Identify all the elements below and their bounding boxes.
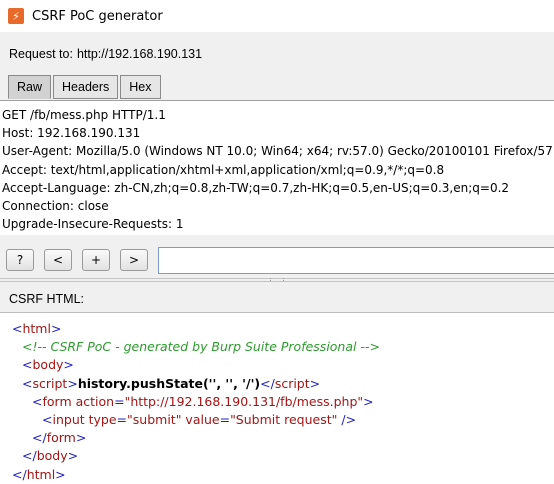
request-line: Accept: text/html,application/xhtml+xml,… (2, 162, 445, 177)
code-line: <input type="submit" value="Submit reque… (42, 412, 357, 428)
code-line: </html> (12, 466, 66, 482)
help-button[interactable]: ? (6, 249, 34, 271)
previous-match-button[interactable]: < (44, 249, 72, 271)
add-button[interactable]: + (82, 249, 110, 271)
code-line: <html> (12, 321, 62, 336)
code-line: <form action="http://192.168.190.131/fb/… (32, 393, 374, 409)
csrf-html-label: CSRF HTML: (9, 292, 84, 306)
csrf-html-editor[interactable]: <html> <!-- CSRF PoC - generated by Burp … (0, 312, 554, 484)
burp-app-icon: ⚡ (8, 8, 24, 24)
request-to-label: Request to: (9, 47, 73, 61)
pane-splitter[interactable] (0, 278, 554, 282)
request-to-url: http://192.168.190.131 (76, 47, 203, 61)
search-bar: ? < + > (0, 235, 554, 280)
request-line: User-Agent: Mozilla/5.0 (Windows NT 10.0… (2, 144, 554, 159)
window-title: CSRF PoC generator (32, 8, 163, 24)
code-line: </body> (22, 448, 79, 464)
tab-bar: Raw Headers Hex (8, 75, 163, 99)
next-match-button[interactable]: > (120, 249, 148, 271)
title-bar: ⚡ CSRF PoC generator (0, 0, 554, 32)
splitter-grip-icon (270, 278, 284, 281)
code-line: </form> (32, 430, 87, 446)
request-line: Accept-Language: zh-CN,zh;q=0.8,zh-TW;q=… (2, 180, 510, 195)
search-input[interactable] (158, 247, 554, 274)
tab-raw[interactable]: Raw (8, 75, 52, 99)
code-line: <!-- CSRF PoC - generated by Burp Suite … (22, 339, 380, 355)
tab-headers[interactable]: Headers (53, 75, 119, 99)
request-editor[interactable]: GET /fb/mess.php HTTP/1.1 Host: 192.168.1… (0, 100, 554, 235)
tab-hex[interactable]: Hex (120, 75, 161, 99)
code-line: <script>history.pushState('', '', '/')</… (22, 375, 321, 391)
request-line: GET /fb/mess.php HTTP/1.1 (2, 108, 166, 122)
request-line: Host: 192.168.190.131 (2, 126, 141, 141)
code-line: <body> (22, 357, 74, 373)
request-to: Request to: http://192.168.190.131 (9, 47, 202, 61)
request-line: Upgrade-Insecure-Requests: 1 (2, 217, 184, 232)
request-line: Connection: close (2, 199, 109, 214)
